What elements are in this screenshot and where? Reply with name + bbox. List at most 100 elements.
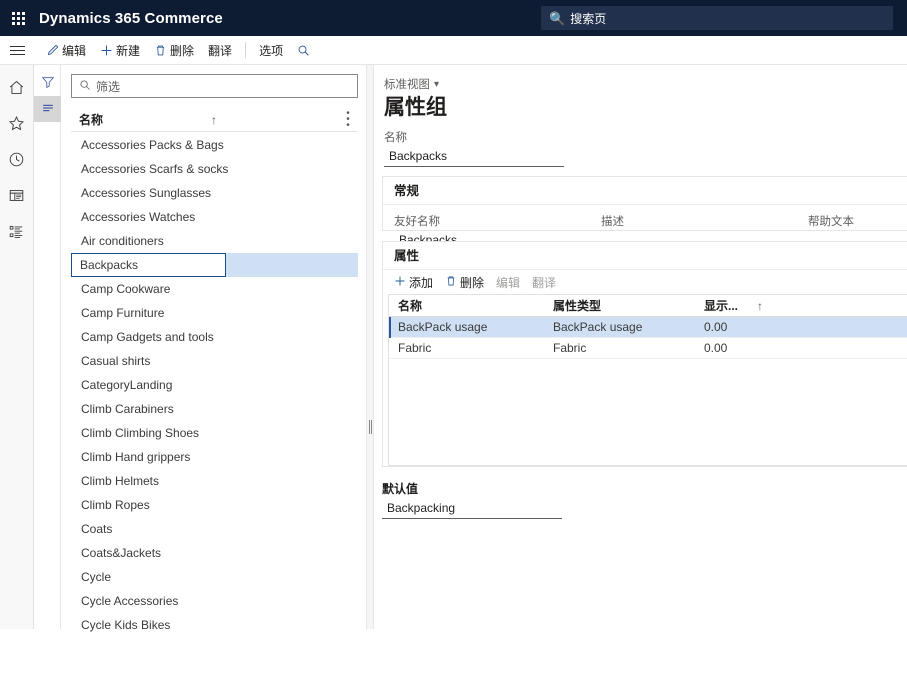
command-bar-buttons: 编辑 新建 删除 翻译 选项: [39, 36, 316, 65]
list-item[interactable]: Accessories Watches: [71, 205, 358, 229]
chevron-down-icon: ▾: [434, 78, 440, 90]
list-icon: [8, 223, 25, 240]
sidebar-item-workspaces[interactable]: [0, 177, 34, 213]
command-bar-divider: [245, 42, 247, 58]
list-item-label: Backpacks: [71, 253, 226, 277]
search-icon: 🔍: [549, 10, 566, 26]
star-icon: [8, 115, 25, 132]
left-navigation-rail: [0, 65, 34, 629]
list-column-header[interactable]: 名称 ↑ • • •: [71, 108, 358, 132]
delete-button[interactable]: 删除: [147, 38, 201, 63]
edit-button-label: 编辑: [62, 43, 87, 58]
default-value-label: 默认值: [382, 482, 419, 496]
app-launcher-icon[interactable]: [0, 0, 36, 36]
table-cell-name: BackPack usage: [398, 320, 488, 334]
pane-splitter[interactable]: [367, 65, 374, 629]
delete-attribute-button[interactable]: 删除: [439, 271, 490, 293]
list-item[interactable]: Climb Carabiners: [71, 397, 358, 421]
search-icon: [79, 79, 91, 93]
list-item[interactable]: Climb Hand grippers: [71, 445, 358, 469]
list-item[interactable]: CategoryLanding: [71, 373, 358, 397]
command-search-icon[interactable]: [290, 38, 316, 63]
options-button[interactable]: 选项: [252, 38, 290, 63]
translate-button-label: 翻译: [208, 43, 233, 58]
add-attribute-button[interactable]: 添加: [388, 271, 439, 293]
list-item[interactable]: Cycle Kids Bikes: [71, 613, 358, 637]
filter-pane-toggle[interactable]: [34, 70, 61, 96]
list-item[interactable]: Accessories Scarfs & socks: [71, 157, 358, 181]
attributes-grid-body: BackPack usage BackPack usage 0.00 Fabric Fa…: [389, 317, 907, 359]
table-cell-type: Fabric: [553, 341, 587, 355]
list-item[interactable]: Camp Furniture: [71, 301, 358, 325]
category-list: Accessories Packs & Bags Accessories Scar…: [71, 133, 358, 694]
attributes-grid: 名称 属性类型 显示... ↑ BackPack usage BackPack u…: [388, 294, 907, 466]
overflow-menu-icon[interactable]: • • •: [342, 108, 354, 130]
default-value-input[interactable]: Backpacking: [382, 498, 562, 519]
list-item[interactable]: Coats: [71, 517, 358, 541]
list-item[interactable]: Camp Gadgets and tools: [71, 325, 358, 349]
list-item[interactable]: Accessories Sunglasses: [71, 181, 358, 205]
table-cell-type: BackPack usage: [553, 320, 643, 334]
sidebar-item-favorites[interactable]: [0, 105, 34, 141]
command-bar: 编辑 新建 删除 翻译 选项: [0, 36, 907, 65]
edit-button[interactable]: 编辑: [39, 38, 93, 63]
attributes-column-name[interactable]: 名称: [398, 295, 422, 317]
arrow-up-icon: ↑: [211, 112, 217, 127]
list-item[interactable]: Camp Cookware: [71, 277, 358, 301]
list-item[interactable]: Backpacks: [71, 253, 358, 277]
top-navigation-bar: Dynamics 365 Commerce 🔍 搜索页: [0, 0, 907, 36]
plus-icon: [394, 275, 406, 289]
new-button[interactable]: 新建: [93, 38, 147, 63]
list-view-toggle[interactable]: [34, 96, 61, 122]
list-item[interactable]: Coats&Jackets: [71, 541, 358, 565]
list-item[interactable]: Climb Ropes: [71, 493, 358, 517]
attributes-grid-toolbar: 添加 删除 编辑 翻译: [383, 270, 907, 294]
table-row[interactable]: Fabric Fabric 0.00: [389, 338, 907, 359]
name-field-label: 名称: [384, 132, 407, 144]
detail-pane: 标准视图 ▾ 属性组 名称 Backpacks 常规 友好名称 Backpack…: [374, 65, 907, 629]
name-field-group: 名称 Backpacks: [384, 129, 564, 167]
translate-attribute-button[interactable]: 翻译: [526, 271, 562, 293]
pencil-icon: [46, 44, 59, 57]
global-search-placeholder: 搜索页: [570, 11, 607, 26]
attributes-section-title[interactable]: 属性: [383, 242, 907, 270]
funnel-icon: [41, 75, 55, 92]
plus-icon: [100, 44, 113, 57]
list-pane: 筛选 名称 ↑ • • • Accessories Packs & Bags Acce…: [61, 65, 413, 632]
global-search-input[interactable]: 🔍 搜索页: [541, 6, 893, 30]
sidebar-item-recent[interactable]: [0, 141, 34, 177]
list-item[interactable]: Climb Climbing Shoes: [71, 421, 358, 445]
attributes-column-display[interactable]: 显示...: [704, 295, 738, 317]
list-item[interactable]: Climb Helmets: [71, 469, 358, 493]
sidebar-item-home[interactable]: [0, 69, 34, 105]
translate-attribute-label: 翻译: [532, 275, 557, 290]
list-item[interactable]: Accessories Packs & Bags: [71, 133, 358, 157]
clock-icon: [8, 151, 25, 168]
name-field-input[interactable]: Backpacks: [384, 146, 564, 167]
edit-attribute-button[interactable]: 编辑: [490, 271, 526, 293]
add-attribute-label: 添加: [409, 275, 434, 290]
filter-input-placeholder: 筛选: [96, 79, 121, 94]
description-label: 描述: [601, 216, 624, 228]
table-row[interactable]: BackPack usage BackPack usage 0.00: [389, 317, 907, 338]
translate-button[interactable]: 翻译: [201, 38, 239, 63]
view-selector[interactable]: 标准视图 ▾: [384, 76, 439, 92]
options-button-label: 选项: [259, 43, 284, 58]
attributes-column-type[interactable]: 属性类型: [553, 295, 601, 317]
table-cell-display: 0.00: [704, 341, 728, 355]
page-title: 属性组: [384, 96, 447, 119]
list-item[interactable]: Cycle: [71, 565, 358, 589]
hamburger-menu-icon[interactable]: [0, 36, 34, 65]
splitter-grip-icon: [369, 420, 372, 434]
list-item[interactable]: Air conditioners: [71, 229, 358, 253]
table-cell-name: Fabric: [398, 341, 432, 355]
help-text-label: 帮助文本: [808, 216, 854, 228]
new-button-label: 新建: [116, 43, 141, 58]
list-item[interactable]: Cycle Accessories: [71, 589, 358, 613]
list-item[interactable]: Casual shirts: [71, 349, 358, 373]
attributes-grid-header: 名称 属性类型 显示... ↑: [389, 295, 907, 317]
filter-input[interactable]: 筛选: [71, 74, 358, 98]
general-section-title[interactable]: 常规: [383, 177, 907, 205]
list-column-header-name: 名称: [79, 113, 104, 127]
sidebar-item-modules[interactable]: [0, 213, 34, 249]
